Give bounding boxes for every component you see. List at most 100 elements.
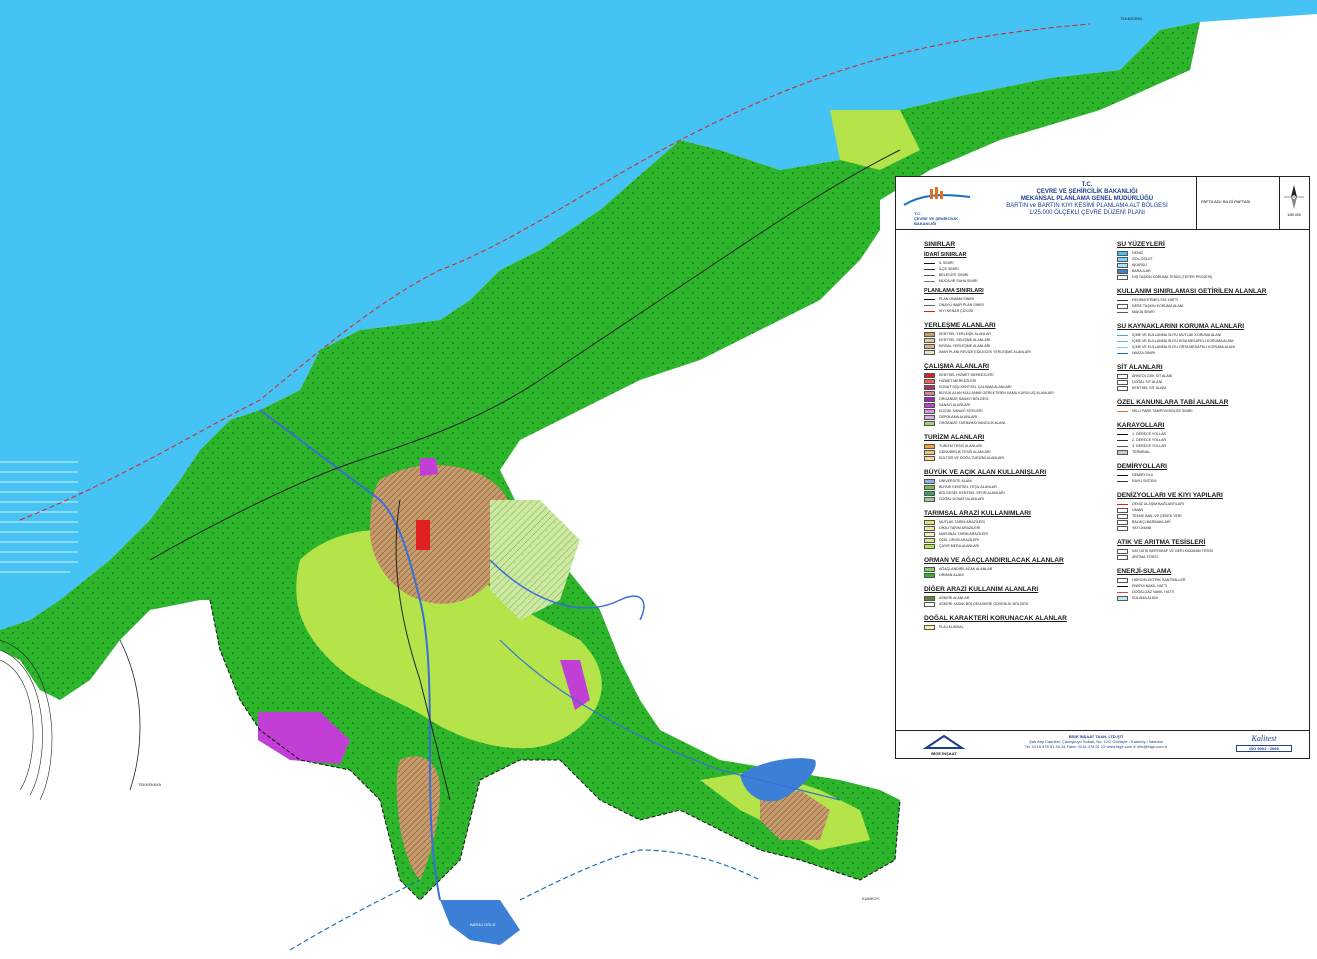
- legend-item: KENTSEL SİT ALANI: [1117, 385, 1303, 391]
- legend-item-label: BÖLGESEL KENTSEL SPOR ALANLARI: [939, 491, 1005, 495]
- legend-color-swatch: [924, 601, 935, 607]
- legend-item-label: DEPOLAMA ALANLARI: [939, 415, 977, 419]
- legend-line-symbol: [924, 280, 935, 282]
- company-logo: BİGE İNŞAAT: [922, 734, 966, 758]
- legend-item: MAKİA SINIRI: [1117, 309, 1303, 315]
- legend-color-swatch: [924, 566, 935, 572]
- legend-section-title: ÇALIŞMA ALANLARI: [924, 363, 990, 370]
- legend-item-label: DOĞALGAZ NAKİL HATTI: [1132, 590, 1175, 594]
- ministry-logo: T.C. ÇEVRE VE ŞEHİRCİLİK BAKANLIĞI: [900, 185, 976, 226]
- panel-footer: BİGE İNŞAAT BİGE İNŞAAT TAAH. LTD.ŞTİ Şa…: [896, 730, 1309, 758]
- legend-panel: T.C. ÇEVRE VE ŞEHİRCİLİK BAKANLIĞI T.C. …: [895, 176, 1310, 759]
- legend-line-symbol: [924, 298, 935, 300]
- legend-item-label: SANAYİ ALANLARI: [939, 403, 971, 407]
- legend-item-label: ÇAYIR MERA ALANLARI: [939, 544, 980, 548]
- legend-item-label: 1. DERECE YOLLAR: [1132, 432, 1167, 436]
- legend-color-swatch: [1117, 507, 1128, 513]
- legend-item-label: DOĞAL SİT ALANI: [1132, 380, 1163, 384]
- legend-item: ASKERİ YASAK BÖLGE/ASKERİ GÜVENLİK BÖLGE…: [924, 601, 1110, 607]
- legend-color-swatch: [1117, 525, 1128, 531]
- legend-item-label: İLÇE SINIRI: [939, 267, 959, 271]
- legend-item-label: KENTSEL YERLEŞİK ALANLAR: [939, 332, 991, 336]
- legend-color-swatch: [924, 378, 935, 384]
- legend-line-symbol: [1117, 352, 1128, 354]
- legend-item-label: RAYLI SİSTEM: [1132, 479, 1157, 483]
- legend-item-label: ORGANİZE TARIM/HAYVANCILIK ALANI: [939, 421, 1006, 425]
- legend-subsection-title: İDARİ SINIRLAR: [924, 252, 967, 258]
- sheet-name-box: PAFTA ADI: BİLGİ PAFTASI: [1196, 177, 1280, 229]
- legend-item: ORMAN ALANI: [924, 572, 1110, 578]
- legend-item-label: 2. DERECE YOLLAR: [1132, 438, 1167, 442]
- legend-color-swatch: [924, 525, 935, 531]
- legend-section-title: KULLANIM SINIRLAMASI GETİRİLEN ALANLAR: [1117, 288, 1267, 295]
- legend-item-label: KENTSEL HİZMET MERKEZLERİ: [939, 373, 994, 377]
- legend-item-label: KIRSAL YERLEŞME ALANLARI: [939, 344, 991, 348]
- legend-color-swatch: [1117, 595, 1128, 601]
- legend-item: HAVZA SINIRI: [1117, 350, 1303, 356]
- legend-line-symbol: [1117, 585, 1128, 587]
- legend-section-title: SU KAYNAKLARINI KORUMA ALANLARI: [1117, 323, 1245, 330]
- legend-item-label: MİLLİ PARK TAMPON BÖLGE SINIRI: [1132, 409, 1193, 413]
- legend-color-swatch: [924, 455, 935, 461]
- legend-color-swatch: [924, 390, 935, 396]
- legend-color-swatch: [1117, 449, 1128, 455]
- company-contact: Tel: 0216 478 51 33-34 Faks: 0216 478 51…: [1024, 744, 1168, 749]
- legend-color-swatch: [924, 543, 935, 549]
- legend-item: PLAJ-KUMSAL: [924, 624, 1110, 630]
- legend-color-swatch: [924, 624, 935, 630]
- legend-color-swatch: [924, 449, 935, 455]
- legend-item: RAYLI SİSTEM: [1117, 478, 1303, 484]
- legend-item-label: PLAJ-KUMSAL: [939, 625, 964, 629]
- legend-item-label: KATI ATIK BERTARAF VE GERİ KAZANIM TESİS…: [1132, 549, 1213, 553]
- legend-color-swatch: [1117, 577, 1128, 583]
- legend-item-label: TURİZM TESİS ALANLARI: [939, 444, 983, 448]
- legend-item-label: GÜNÜBİRLİK TESİS ALANLARI: [939, 450, 991, 454]
- legend-section-title: TURİZM ALANLARI: [924, 434, 985, 441]
- legend-item: KÜLTÜR VE DOĞA TURİZMİ ALANLARI: [924, 455, 1110, 461]
- legend-line-symbol: [1117, 474, 1128, 476]
- legend-line-symbol: [924, 268, 935, 270]
- plan-line-2: 1/25.000 ÖLÇEKLİ ÇEVRE DÜZENİ PLANI: [1029, 210, 1145, 216]
- legend-line-symbol: [924, 274, 935, 276]
- legend-item-label: AKARSU: [1132, 263, 1147, 267]
- legend-section-title: ÖZEL KANUNLARA TABİ ALANLAR: [1117, 399, 1229, 406]
- legend-item-label: 3. DERECE YOLLAR: [1132, 444, 1167, 448]
- legend-color-swatch: [1117, 303, 1128, 309]
- legend-color-swatch: [924, 402, 935, 408]
- legend-item-label: BÜYÜK KENTSEL YEŞİL ALANLAR: [939, 485, 997, 489]
- map-scale: 1/50.000: [1287, 213, 1301, 217]
- legend-item-label: ORGANİZE SANAYİ BÖLGESİ: [939, 397, 989, 401]
- legend-line-symbol: [1117, 346, 1128, 348]
- legend-color-swatch: [1117, 554, 1128, 560]
- legend-color-swatch: [924, 408, 935, 414]
- legend-color-swatch: [1117, 373, 1128, 379]
- legend-color-swatch: [1117, 262, 1128, 268]
- legend-line-symbol: [1117, 439, 1128, 441]
- ministry-line-2: ÇEVRE VE ŞEHİRCİLİK BAKANLIĞI: [1036, 189, 1138, 195]
- legend-item-label: ASKERİ ALANLAR: [939, 596, 970, 600]
- legend-color-swatch: [1117, 379, 1128, 385]
- legend-item: İMAR PLANI REVİZE EDİLECEK YERLEŞME ALAN…: [924, 349, 1110, 355]
- legend-section-title: DOĞAL KARAKTERİ KORUNACAK ALANLAR: [924, 615, 1067, 622]
- legend-item-label: LİMAN: [1132, 508, 1143, 512]
- company-logo-icon: [922, 734, 966, 749]
- legend-item-label: DERE TAŞKIN KORUMA ALANI: [1132, 304, 1184, 308]
- legend-item-label: ARITMA TESİSİ: [1132, 555, 1158, 559]
- legend-item-label: TEKNE İMAL VE ÇEKEK YERİ: [1132, 514, 1182, 518]
- legend-item-label: DİKİLİ TARIM ARAZİLERİ: [939, 526, 981, 530]
- ministry-line-3: MEKANSAL PLANLAMA GENEL MÜDÜRLÜĞÜ: [1020, 196, 1154, 202]
- legend-line-symbol: [1117, 311, 1128, 313]
- legend-color-swatch: [924, 537, 935, 543]
- legend-item-label: İÇME VE KULLANMA SUYU MUTLAK KORUMA ALAN…: [1132, 333, 1222, 337]
- legend-color-swatch: [924, 519, 935, 525]
- company-logo-label: BİGE İNŞAAT: [931, 751, 957, 756]
- legend-item-label: DOĞAL DONATI ALANLARI: [939, 497, 984, 501]
- legend-section-title: SINIRLAR: [924, 241, 956, 248]
- legend-section-title: KARAYOLLARI: [1117, 422, 1165, 429]
- legend-right-column: SU YÜZEYLERİ DENİZ GÖL-GÖLET AKARSU BARAJLAR…: [1117, 233, 1303, 601]
- legend-color-swatch: [924, 349, 935, 355]
- legend-item-label: BARAJLAR: [1132, 269, 1151, 273]
- legend-color-swatch: [924, 490, 935, 496]
- certification: Kalitest ISO 9001 : 2008: [1236, 734, 1292, 752]
- legend-color-swatch: [924, 343, 935, 349]
